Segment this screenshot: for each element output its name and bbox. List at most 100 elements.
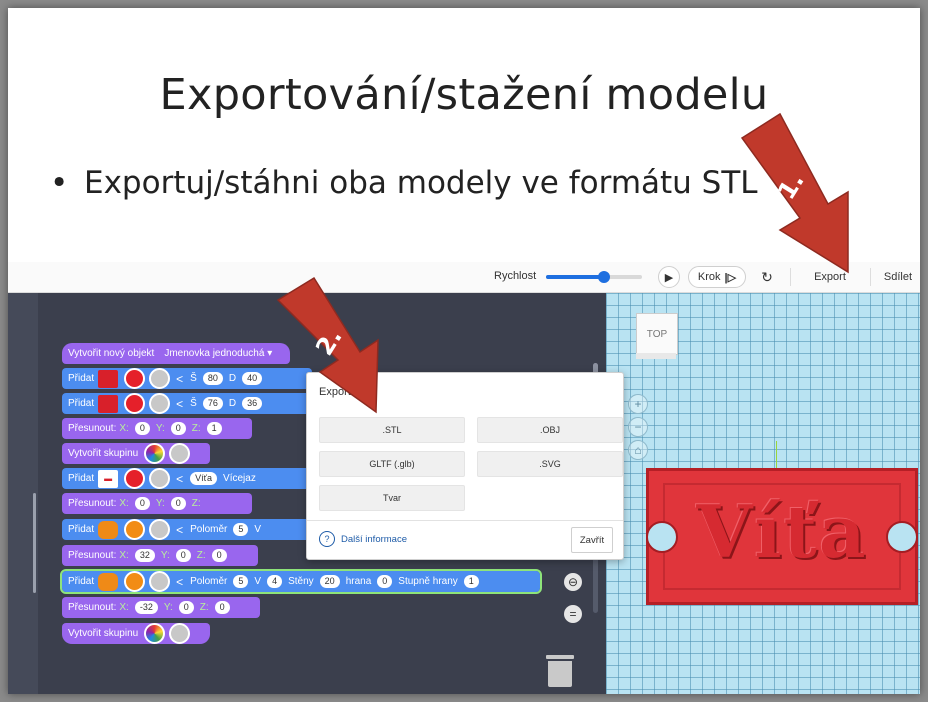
z-label: Z: xyxy=(199,602,209,613)
edge-input[interactable]: 0 xyxy=(377,575,393,588)
view-cube[interactable]: TOP xyxy=(636,313,678,355)
export-dialog: Export .STL .OBJ GLTF (.glb) .SVG Tvar ?… xyxy=(306,372,624,560)
x-input[interactable]: -32 xyxy=(134,601,158,614)
move-block[interactable]: Přesunout: X: 0 Y: 0 Z: xyxy=(62,493,252,514)
export-gltf-button[interactable]: GLTF (.glb) xyxy=(319,451,465,477)
hole-toggle[interactable] xyxy=(149,368,171,389)
collapse-chevron-icon[interactable]: < xyxy=(176,523,183,537)
x-input[interactable]: 32 xyxy=(134,549,155,562)
width-input[interactable]: 80 xyxy=(202,372,223,385)
hole-toggle[interactable] xyxy=(149,393,171,414)
export-stl-button[interactable]: .STL xyxy=(319,417,465,443)
color-picker[interactable] xyxy=(124,519,146,540)
edge-degree-input[interactable]: 1 xyxy=(463,575,479,588)
height-label: V xyxy=(254,576,262,587)
width-label: Š xyxy=(190,373,197,384)
export-svg-button[interactable]: .SVG xyxy=(477,451,623,477)
box-shape-icon xyxy=(98,394,119,413)
move-block[interactable]: Přesunout: X: 0 Y: 0 Z: 1 xyxy=(62,418,252,439)
bullet-text: Exportuj/stáhni oba modely ve formátu ST… xyxy=(84,165,758,201)
text-input[interactable]: Víťa xyxy=(190,472,218,485)
height-input[interactable]: 4 xyxy=(267,575,283,588)
close-button[interactable]: Zavřít xyxy=(571,527,613,553)
app-screenshot: Rychlost ▶ Krok |▷ ↻ Export Sdílet Vytvo… xyxy=(8,262,920,694)
collapse-chevron-icon[interactable]: < xyxy=(176,575,183,589)
move-block[interactable]: Přesunout: X: 32 Y: 0 Z: 0 xyxy=(62,545,258,566)
fit-view-button[interactable]: = xyxy=(564,605,582,623)
radius-label: Poloměr xyxy=(190,576,228,587)
editor-gutter xyxy=(8,293,38,694)
hole-toggle[interactable] xyxy=(149,468,171,489)
y-input[interactable]: 0 xyxy=(178,601,194,614)
color-picker[interactable] xyxy=(124,468,146,489)
color-picker[interactable] xyxy=(124,571,146,592)
hole-toggle[interactable] xyxy=(149,571,171,592)
add-cylinder-block[interactable]: Přidat < Poloměr 5 V xyxy=(62,519,312,540)
y-input[interactable]: 0 xyxy=(170,497,186,510)
hole-toggle[interactable] xyxy=(169,443,191,464)
x-input[interactable]: 0 xyxy=(134,422,150,435)
x-label: X: xyxy=(119,550,129,561)
x-input[interactable]: 0 xyxy=(134,497,150,510)
dialog-title: Export xyxy=(319,386,351,398)
y-input[interactable]: 0 xyxy=(170,422,186,435)
reset-button[interactable]: ↻ xyxy=(756,266,778,288)
create-group-block[interactable]: Vytvořit skupinu xyxy=(62,443,210,464)
scene-zoom-out-icon[interactable]: − xyxy=(628,417,648,437)
speed-slider-knob[interactable] xyxy=(597,271,610,283)
radius-input[interactable]: 5 xyxy=(233,575,249,588)
add-cylinder-block-selected[interactable]: Přidat < Poloměr 5 V 4 Stěny 20 hrana 0 … xyxy=(60,569,542,594)
object-name-dropdown[interactable]: Jmenovka jednoduchá ▾ xyxy=(164,348,272,359)
scene-home-icon[interactable]: ⌂ xyxy=(628,440,648,460)
depth-input[interactable]: 40 xyxy=(242,372,263,385)
share-button[interactable]: Sdílet xyxy=(876,266,920,288)
move-label: Přesunout: xyxy=(68,423,117,434)
multicolor-icon[interactable] xyxy=(144,443,166,464)
x-label: X: xyxy=(119,602,129,613)
depth-input[interactable]: 36 xyxy=(242,397,263,410)
equals-icon: = xyxy=(569,607,577,621)
box-shape-icon xyxy=(98,369,119,388)
nameplate-model[interactable]: Víťa xyxy=(646,468,918,605)
y-input[interactable]: 0 xyxy=(175,549,191,562)
create-object-block[interactable]: Vytvořit nový objekt Jmenovka jednoduchá… xyxy=(62,343,290,364)
width-input[interactable]: 76 xyxy=(202,397,223,410)
x-label: X: xyxy=(119,498,129,509)
add-box-block[interactable]: Přidat < Š 76 D 36 xyxy=(62,393,312,414)
bullet-dot: • xyxy=(50,165,69,201)
3d-viewport[interactable]: TOP + − ⌂ Víťa xyxy=(606,293,920,694)
speed-slider[interactable] xyxy=(546,271,642,283)
hole-toggle[interactable] xyxy=(169,623,191,644)
export-button[interactable]: Export xyxy=(800,266,860,288)
z-input[interactable]: 0 xyxy=(211,549,227,562)
add-text-block[interactable]: Přidat ▬ < Víťa Vícejaz xyxy=(62,468,312,489)
step-button[interactable]: Krok |▷ xyxy=(688,266,746,288)
color-picker[interactable] xyxy=(124,393,146,414)
add-box-block[interactable]: Přidat < Š 80 D 40 xyxy=(62,368,312,389)
radius-input[interactable]: 5 xyxy=(233,523,249,536)
move-block[interactable]: Přesunout: X: -32 Y: 0 Z: 0 xyxy=(62,597,260,618)
more-info-label: Další informace xyxy=(341,533,407,545)
play-button[interactable]: ▶ xyxy=(658,266,680,288)
trash-icon[interactable] xyxy=(546,655,574,687)
nameplate-text: Víťa xyxy=(696,489,868,574)
export-shape-button[interactable]: Tvar xyxy=(319,485,465,511)
help-icon: ? xyxy=(319,531,335,547)
collapse-chevron-icon[interactable]: < xyxy=(176,372,183,386)
z-input[interactable]: 0 xyxy=(214,601,230,614)
more-info-link[interactable]: ? Další informace xyxy=(319,531,407,547)
hole-toggle[interactable] xyxy=(149,519,171,540)
zoom-out-button[interactable]: ⊖ xyxy=(564,573,582,591)
create-group-block[interactable]: Vytvořit skupinu xyxy=(62,623,210,644)
cylinder-shape-icon xyxy=(98,520,119,539)
collapse-chevron-icon[interactable]: < xyxy=(176,397,183,411)
scene-zoom-in-icon[interactable]: + xyxy=(628,394,648,414)
color-picker[interactable] xyxy=(124,368,146,389)
walls-input[interactable]: 20 xyxy=(319,575,340,588)
export-obj-button[interactable]: .OBJ xyxy=(477,417,623,443)
collapse-chevron-icon[interactable]: < xyxy=(176,472,183,486)
z-input[interactable]: 1 xyxy=(206,422,222,435)
font-label: Vícejaz xyxy=(223,473,256,484)
gutter-scrollbar[interactable] xyxy=(33,493,36,593)
multicolor-icon[interactable] xyxy=(144,623,166,644)
